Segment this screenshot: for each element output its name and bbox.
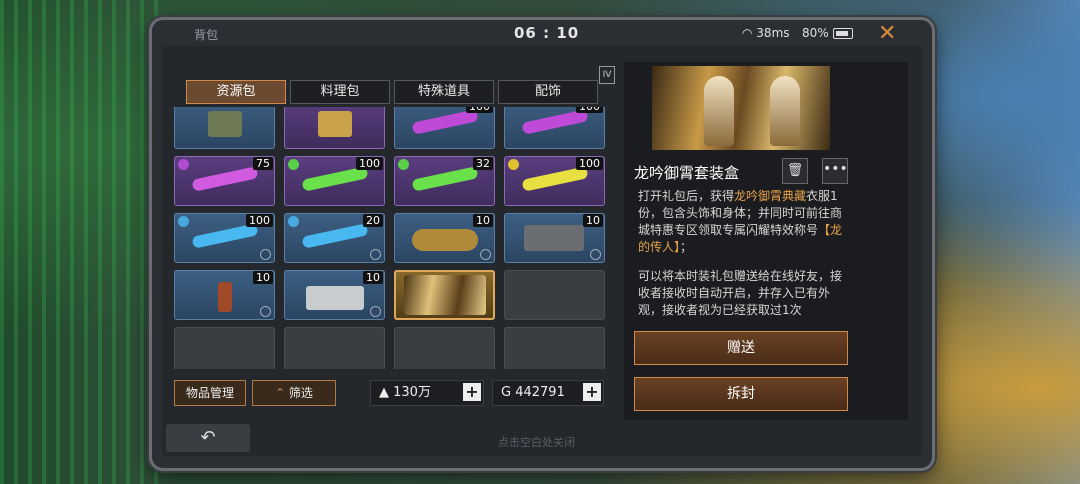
more-icon[interactable]: ••• <box>822 158 848 184</box>
background-code-wall <box>0 0 160 484</box>
close-hint: 点击空白处关闭 <box>498 436 575 449</box>
battery-level: 80% <box>802 26 829 40</box>
item-slot[interactable]: 32 <box>394 156 495 206</box>
item-slot[interactable]: 75 <box>174 156 275 206</box>
medkit-crate-icon <box>524 225 584 251</box>
blue-syringe-icon <box>301 223 369 249</box>
item-slot[interactable] <box>284 107 385 149</box>
item-count: 100 <box>576 107 603 113</box>
bind-icon <box>260 306 271 317</box>
item-slot[interactable]: 100 <box>394 107 495 149</box>
item-slot[interactable]: 10 <box>284 270 385 320</box>
wifi-icon: ◠ <box>742 26 757 40</box>
tier-badge-icon: IV <box>599 66 615 84</box>
sardine-can-icon <box>412 229 478 251</box>
gold-chest-icon <box>318 111 352 137</box>
item-count: 75 <box>253 157 273 170</box>
item-slot-selected[interactable] <box>394 270 495 320</box>
item-grid: 100 100 75 100 32 <box>174 107 608 369</box>
tab-special-items[interactable]: 特殊道具 <box>394 80 494 104</box>
item-slot[interactable]: 10 <box>394 213 495 263</box>
item-description: 打开礼包后，获得龙吟御霄典藏衣服1份，包含头饰和身体；并同时可前往商城特惠专区领… <box>638 189 843 317</box>
item-count: 10 <box>583 214 603 227</box>
delete-icon[interactable]: 🗑 <box>782 158 808 184</box>
item-name: 龙吟御霄套装盒 <box>634 164 740 182</box>
item-count: 10 <box>473 214 493 227</box>
bind-icon <box>260 249 271 260</box>
tab-bar: 资源包 料理包 特殊道具 配饰 <box>186 80 598 104</box>
battery-icon <box>833 28 853 39</box>
status-bar: 背包 06 : 10 ◠ 38ms 80% ✕ <box>152 20 932 46</box>
item-slot-empty[interactable] <box>504 270 605 320</box>
item-count: 100 <box>356 157 383 170</box>
item-manage-button[interactable]: 物品管理 <box>174 380 246 406</box>
back-arrow-icon: ↶ <box>200 427 216 448</box>
inventory-body: 资源包 料理包 特殊道具 配饰 IV 100 100 <box>162 46 922 456</box>
add-currency-2-button[interactable]: + <box>583 383 601 401</box>
back-button[interactable]: ↶ <box>166 424 250 452</box>
currency-1-icon: ▲ <box>379 385 389 400</box>
clock: 06 : 10 <box>514 24 580 42</box>
purple-syringe-icon <box>411 109 479 135</box>
filter-icon: ⌃ <box>275 386 289 400</box>
heart-badge-icon <box>398 159 409 170</box>
gift-button[interactable]: 赠送 <box>634 331 848 365</box>
item-slot-empty[interactable] <box>174 327 275 369</box>
item-count: 20 <box>363 214 383 227</box>
item-count: 32 <box>473 157 493 170</box>
item-count: 10 <box>253 271 273 284</box>
green-syringe-icon <box>411 166 479 192</box>
heart-badge-icon <box>288 159 299 170</box>
purple-syringe-icon <box>191 166 259 192</box>
ammo-crate-icon <box>208 111 242 137</box>
medical-kit-icon <box>306 286 364 310</box>
tab-food-pack[interactable]: 料理包 <box>290 80 390 104</box>
bind-icon <box>370 306 381 317</box>
window-title: 背包 <box>194 28 219 42</box>
bind-icon <box>590 249 601 260</box>
item-slot[interactable]: 100 <box>284 156 385 206</box>
item-slot[interactable]: 10 <box>174 270 275 320</box>
item-count: 100 <box>246 214 273 227</box>
inventory-window: 背包 06 : 10 ◠ 38ms 80% ✕ 资源包 料理包 特殊道具 配饰 … <box>149 17 935 471</box>
purple-syringe-icon <box>521 109 589 135</box>
close-icon[interactable]: ✕ <box>878 21 896 46</box>
item-slot[interactable]: 20 <box>284 213 385 263</box>
bind-icon <box>480 249 491 260</box>
shield-badge-icon <box>178 216 189 227</box>
tab-accessories[interactable]: 配饰 <box>498 80 598 104</box>
tab-resource-pack[interactable]: 资源包 <box>186 80 286 104</box>
unpack-button[interactable]: 拆封 <box>634 377 848 411</box>
currency-1: ▲ 130万 + <box>370 380 484 406</box>
item-slot[interactable] <box>174 107 275 149</box>
sun-badge-icon <box>508 159 519 170</box>
costume-box-icon <box>404 275 486 315</box>
virus-badge-icon <box>178 159 189 170</box>
item-detail-panel: 龙吟御霄套装盒 🗑 ••• 打开礼包后，获得龙吟御霄典藏衣服1份，包含头饰和身体… <box>624 62 908 420</box>
yellow-syringe-icon <box>521 166 589 192</box>
add-currency-1-button[interactable]: + <box>463 383 481 401</box>
item-slot-empty[interactable] <box>284 327 385 369</box>
item-count: 100 <box>576 157 603 170</box>
shield-badge-icon <box>288 216 299 227</box>
currency-2: G 442791 + <box>492 380 604 406</box>
item-count: 10 <box>363 271 383 284</box>
item-count: 100 <box>466 107 493 113</box>
currency-2-icon: G <box>501 385 512 400</box>
item-slot[interactable]: 100 <box>504 107 605 149</box>
green-syringe-icon <box>301 166 369 192</box>
item-slot[interactable]: 100 <box>504 156 605 206</box>
item-slot[interactable]: 100 <box>174 213 275 263</box>
wifi-latency: ◠ 38ms <box>742 26 790 40</box>
filter-button[interactable]: ⌃ 筛选 <box>252 380 336 406</box>
costume-preview-image <box>652 66 830 150</box>
blue-syringe-icon <box>191 223 259 249</box>
item-slot[interactable]: 10 <box>504 213 605 263</box>
item-slot-empty[interactable] <box>504 327 605 369</box>
medicine-bottle-icon <box>218 282 232 312</box>
item-slot-empty[interactable] <box>394 327 495 369</box>
bind-icon <box>370 249 381 260</box>
